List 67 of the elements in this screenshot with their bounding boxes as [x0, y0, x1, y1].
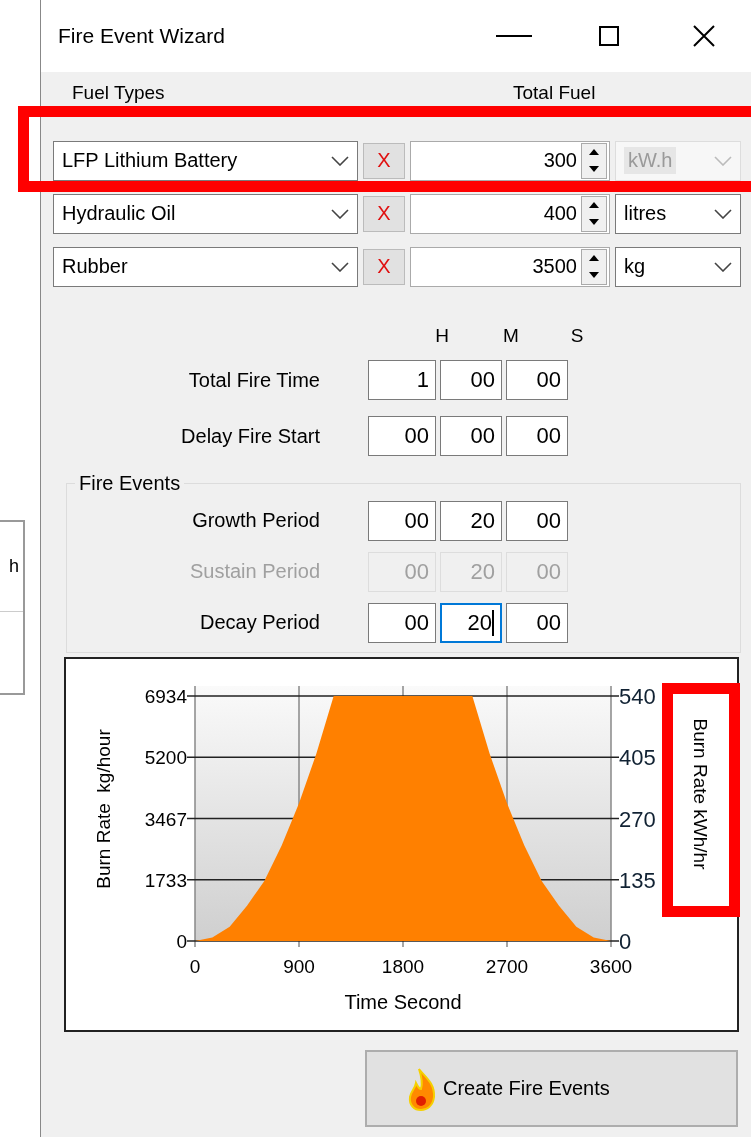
spinner-icon[interactable]	[581, 195, 607, 232]
fuel-type-dropdown[interactable]: Hydraulic Oil	[53, 193, 358, 234]
amount-field[interactable]: 400	[410, 193, 610, 234]
time-field[interactable]: 00	[506, 360, 568, 400]
maximize-icon	[598, 26, 619, 46]
amount-field[interactable]: 300	[410, 140, 610, 181]
field-label: Growth Period	[191, 509, 321, 532]
flame-icon	[407, 1066, 437, 1111]
time-field[interactable]: 00	[440, 416, 502, 456]
column-label: S	[569, 325, 585, 347]
right-tick-label: 405	[619, 745, 656, 771]
right-tick-label: 135	[619, 867, 656, 893]
right-tick-label: 270	[619, 806, 656, 832]
x-tick-label: 1800	[381, 956, 425, 977]
time-field[interactable]: 00	[506, 416, 568, 456]
amount-field[interactable]: 3500	[410, 246, 610, 287]
y-tick-label: 1733	[144, 869, 187, 891]
x-axis-title: Time Second	[344, 991, 462, 1013]
chevron-down-icon[interactable]	[331, 155, 349, 166]
fuel-type-dropdown[interactable]: Rubber	[53, 246, 358, 287]
time-field[interactable]: 00	[506, 602, 568, 643]
right-tick-label: 540	[619, 684, 656, 709]
chevron-down-icon[interactable]	[331, 208, 349, 219]
column-label: H	[434, 325, 450, 347]
close-icon	[692, 25, 715, 47]
minimize-icon	[495, 35, 532, 37]
unit-dropdown[interactable]: litres	[615, 193, 741, 234]
y-tick-label: 5200	[144, 747, 187, 769]
unit-dropdown[interactable]: kg	[615, 246, 741, 287]
chevron-down-icon[interactable]	[714, 261, 732, 272]
time-field[interactable]: 00	[440, 360, 502, 400]
time-field[interactable]: 20	[440, 500, 502, 541]
right-tick-label: 0	[619, 929, 632, 954]
y-tick-label: 3467	[144, 808, 187, 830]
field-label: Delay Fire Start	[180, 424, 321, 448]
x-tick-label: 0	[189, 956, 201, 977]
remove-button[interactable]: X	[363, 195, 405, 232]
chevron-down-icon[interactable]	[331, 261, 349, 272]
create-fire-events-button[interactable]: Create Fire Events	[365, 1050, 738, 1127]
column-label: M	[502, 325, 520, 347]
column-label: Total Fuel	[513, 82, 596, 104]
remove-button[interactable]: X	[363, 248, 405, 285]
field-label: Total Fire Time	[187, 368, 321, 392]
spinner-icon[interactable]	[581, 248, 607, 285]
time-field[interactable]: 00	[506, 500, 568, 541]
time-field[interactable]: 00	[368, 602, 436, 643]
x-tick-label: 3600	[589, 956, 633, 977]
right-axis-title: Burn Rate kWh/hr	[690, 718, 711, 870]
time-field[interactable]: 00	[368, 500, 436, 541]
chevron-down-icon[interactable]	[714, 208, 732, 219]
column-label: Fuel Types	[72, 82, 165, 104]
y-tick-label: 0	[176, 931, 187, 952]
x-tick-label: 2700	[485, 956, 529, 977]
field-label: Sustain Period	[188, 560, 321, 583]
remove-button[interactable]: X	[363, 142, 405, 179]
y-axis-title: Burn Rate kg/hour	[93, 729, 114, 889]
time-field[interactable]: 20	[440, 602, 502, 643]
group-title: Fire Events	[78, 472, 182, 495]
x-tick-label: 900	[283, 956, 315, 977]
spinner-icon[interactable]	[581, 142, 607, 179]
fuel-type-dropdown[interactable]: LFP Lithium Battery	[53, 140, 358, 181]
window-title: Fire Event Wizard	[58, 24, 226, 48]
y-tick-label: 6934	[144, 686, 187, 707]
time-field[interactable]: 00	[368, 416, 436, 456]
time-field[interactable]: 1	[368, 360, 436, 400]
table-cell: h	[9, 556, 19, 577]
field-label: Decay Period	[198, 611, 321, 634]
